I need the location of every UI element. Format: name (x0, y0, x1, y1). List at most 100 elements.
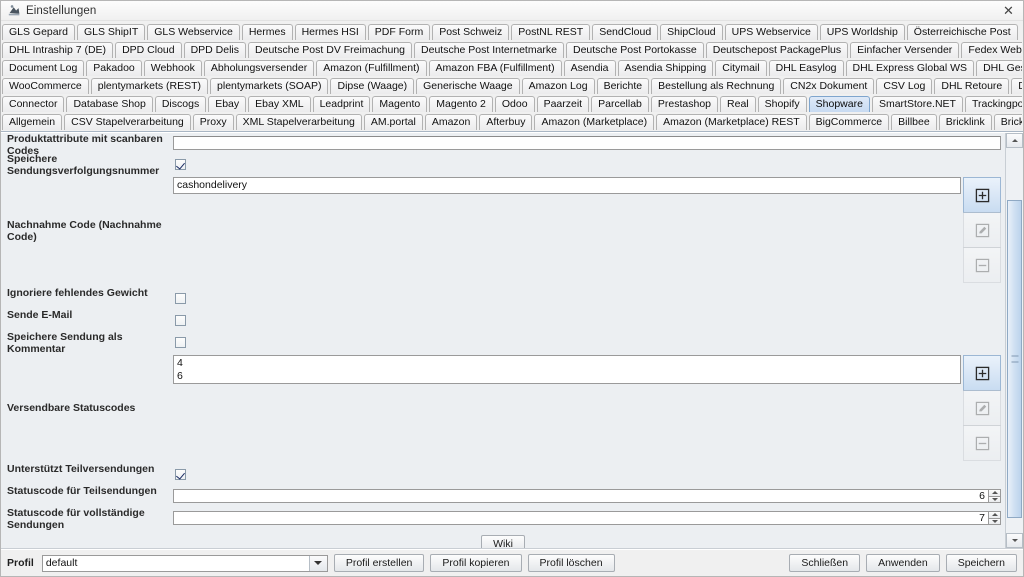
save-comment-checkbox[interactable] (175, 336, 186, 348)
close-button[interactable]: Schließen (789, 554, 861, 572)
tab-shipcloud[interactable]: ShipCloud (660, 24, 723, 40)
wiki-button[interactable]: Wiki (481, 535, 525, 548)
tab-document-log[interactable]: Document Log (2, 60, 85, 76)
tab-shopware[interactable]: Shopware (808, 96, 870, 112)
close-icon[interactable]: ✕ (1000, 2, 1017, 18)
profile-select[interactable]: default (41, 554, 328, 572)
tab-citymail[interactable]: Citymail (715, 60, 767, 76)
tab-dhl-intraship-7-de[interactable]: DHL Intraship 7 (DE) (2, 42, 114, 58)
tab-parcellab[interactable]: Parcellab (591, 96, 649, 112)
tab-dipse-waage[interactable]: Dipse (Waage) (330, 78, 415, 94)
tab-brickowl[interactable]: Brickowl (993, 114, 1022, 130)
status-partial-value[interactable]: 6 (173, 489, 988, 503)
tab-paarzeit[interactable]: Paarzeit (536, 96, 590, 112)
cod-code-item[interactable]: cashondelivery (177, 179, 957, 192)
tab-trackingportal[interactable]: Trackingportal (964, 96, 1022, 112)
tab-deutsche-post-internetmarke[interactable]: Deutsche Post Internetmarke (414, 42, 564, 58)
tab-pakadoo[interactable]: Pakadoo (86, 60, 142, 76)
tab-real[interactable]: Real (720, 96, 756, 112)
tab-sterreichische-post[interactable]: Österreichische Post (906, 24, 1018, 40)
tab-deutsche-post-dv-freimachung[interactable]: Deutsche Post DV Freimachung (248, 42, 413, 58)
tab-bricklink[interactable]: Bricklink (938, 114, 992, 130)
tab-dhl-retoure[interactable]: DHL Retoure (934, 78, 1010, 94)
tab-xml-stapelverarbeitung[interactable]: XML Stapelverarbeitung (235, 114, 362, 130)
tab-afterbuy[interactable]: Afterbuy (479, 114, 533, 130)
tab-csv-log[interactable]: CSV Log (876, 78, 933, 94)
status-code-item[interactable]: 6 (177, 370, 957, 383)
scrollbar-thumb[interactable] (1007, 200, 1022, 518)
tab-pdf-form[interactable]: PDF Form (367, 24, 431, 40)
tab-csv-stapelverarbeitung[interactable]: CSV Stapelverarbeitung (64, 114, 191, 130)
edit-icon[interactable] (963, 212, 1001, 248)
tab-dpd-delis[interactable]: DPD Delis (183, 42, 247, 58)
tab-generische-waage[interactable]: Generische Waage (416, 78, 520, 94)
tab-dhl-easylog[interactable]: DHL Easylog (768, 60, 844, 76)
tab-document-downloader[interactable]: Document Downloader (1011, 78, 1022, 94)
tab-asendia[interactable]: Asendia (563, 60, 616, 76)
tab-woocommerce[interactable]: WooCommerce (2, 78, 89, 94)
status-code-item[interactable]: 4 (177, 357, 957, 370)
status-complete-spinner[interactable]: 7 (173, 511, 1001, 525)
scroll-up-icon[interactable] (1006, 133, 1023, 148)
status-partial-spinner[interactable]: 6 (173, 489, 1001, 503)
tab-shopify[interactable]: Shopify (757, 96, 807, 112)
tab-dpd-cloud[interactable]: DPD Cloud (115, 42, 182, 58)
create-profile-button[interactable]: Profil erstellen (333, 554, 425, 572)
tab-ups-webservice[interactable]: UPS Webservice (724, 24, 818, 40)
tab-hermes-hsi[interactable]: Hermes HSI (294, 24, 366, 40)
tab-webhook[interactable]: Webhook (143, 60, 202, 76)
tab-amazon-marketplace-rest[interactable]: Amazon (Marketplace) REST (656, 114, 807, 130)
tab-database-shop[interactable]: Database Shop (66, 96, 153, 112)
status-complete-value[interactable]: 7 (173, 511, 988, 525)
partial-support-checkbox[interactable] (175, 468, 186, 480)
tab-plentymarkets-rest[interactable]: plentymarkets (REST) (90, 78, 209, 94)
vertical-scrollbar[interactable] (1005, 133, 1023, 548)
tab-gls-gepard[interactable]: GLS Gepard (2, 24, 75, 40)
tab-sendcloud[interactable]: SendCloud (592, 24, 659, 40)
cod-code-list[interactable]: cashondelivery (173, 177, 961, 194)
tab-billbee[interactable]: Billbee (891, 114, 937, 130)
scroll-down-icon[interactable] (1006, 533, 1023, 548)
delete-profile-button[interactable]: Profil löschen (527, 554, 615, 572)
tab-ebay-xml[interactable]: Ebay XML (248, 96, 311, 112)
add-icon[interactable] (963, 355, 1001, 391)
tab-amazon-log[interactable]: Amazon Log (521, 78, 595, 94)
tab-abholungsversender[interactable]: Abholungsversender (203, 60, 315, 76)
tab-postnl-rest[interactable]: PostNL REST (511, 24, 591, 40)
tab-allgemein[interactable]: Allgemein (2, 114, 63, 130)
tab-fedex-webservice[interactable]: Fedex Webservice (961, 42, 1022, 58)
tab-amazon-marketplace[interactable]: Amazon (Marketplace) (534, 114, 655, 130)
chevron-down-icon[interactable] (308, 555, 327, 571)
tab-magento-2[interactable]: Magento 2 (429, 96, 493, 112)
tab-ebay[interactable]: Ebay (208, 96, 247, 112)
tab-proxy[interactable]: Proxy (192, 114, 234, 130)
tab-discogs[interactable]: Discogs (154, 96, 207, 112)
edit-icon[interactable] (963, 390, 1001, 426)
tab-ups-worldship[interactable]: UPS Worldship (819, 24, 905, 40)
spinner-down-icon[interactable] (988, 495, 1001, 503)
tab-magento[interactable]: Magento (372, 96, 428, 112)
tab-prestashop[interactable]: Prestashop (650, 96, 719, 112)
scan-codes-input[interactable] (173, 136, 1001, 150)
tab-connector[interactable]: Connector (2, 96, 65, 112)
tab-bestellung-als-rechnung[interactable]: Bestellung als Rechnung (651, 78, 782, 94)
spinner-down-icon[interactable] (988, 517, 1001, 525)
tab-asendia-shipping[interactable]: Asendia Shipping (617, 60, 714, 76)
scrollbar-track[interactable] (1006, 148, 1023, 533)
tab-amazon[interactable]: Amazon (424, 114, 478, 130)
tab-hermes[interactable]: Hermes (241, 24, 293, 40)
tab-am-portal[interactable]: AM.portal (363, 114, 423, 130)
copy-profile-button[interactable]: Profil kopieren (430, 554, 522, 572)
tab-gls-shipit[interactable]: GLS ShipIT (76, 24, 146, 40)
tab-bigcommerce[interactable]: BigCommerce (808, 114, 890, 130)
tab-amazon-fba-fulfillment[interactable]: Amazon FBA (Fulfillment) (428, 60, 562, 76)
ignore-weight-checkbox[interactable] (175, 292, 186, 304)
tab-deutsche-post-portokasse[interactable]: Deutsche Post Portokasse (566, 42, 704, 58)
tab-gls-webservice[interactable]: GLS Webservice (147, 24, 240, 40)
tab-leadprint[interactable]: Leadprint (312, 96, 371, 112)
tab-einfacher-versender[interactable]: Einfacher Versender (850, 42, 960, 58)
apply-button[interactable]: Anwenden (866, 554, 940, 572)
tab-dhl-gesch-ftskundenversand[interactable]: DHL Geschäftskundenversand (976, 60, 1022, 76)
save-tracking-checkbox[interactable] (175, 158, 186, 170)
save-button[interactable]: Speichern (945, 554, 1017, 572)
